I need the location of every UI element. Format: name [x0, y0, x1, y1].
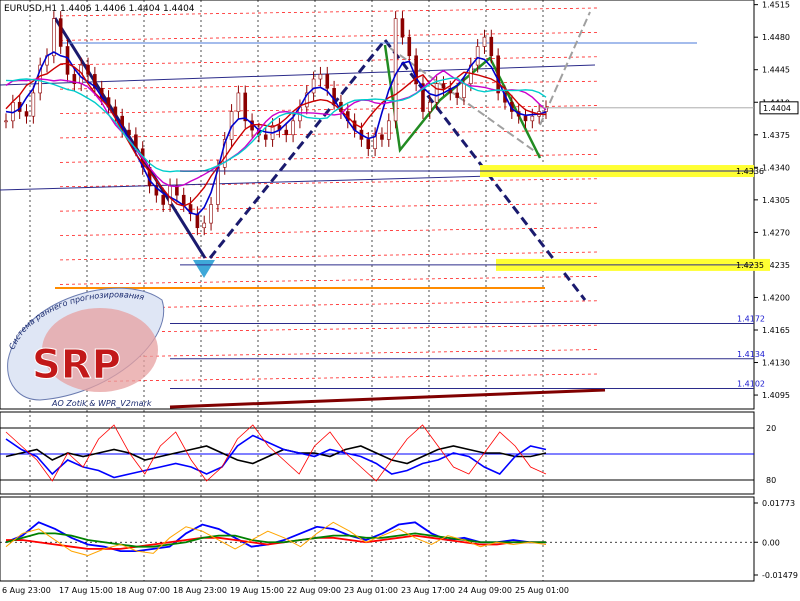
x-tick-label: 23 Aug 17:00 — [401, 586, 455, 595]
x-tick-label: 18 Aug 07:00 — [116, 586, 170, 595]
candle-body — [482, 36, 487, 47]
y-tick-label: 1.4270 — [762, 228, 790, 237]
y-tick-label: 1.4515 — [762, 1, 790, 10]
candle-body — [161, 194, 166, 205]
candle-body — [31, 92, 36, 117]
ind2-tick-label: 0.00 — [762, 538, 780, 547]
candle-body — [284, 129, 289, 136]
ind2-tick-label: 0.01773 — [762, 499, 795, 508]
candle-body — [386, 120, 391, 140]
x-tick-label: 6 Aug 23:00 — [2, 586, 51, 595]
candle-body — [475, 46, 480, 66]
y-tick-label: 1.4340 — [762, 163, 790, 172]
candle-body — [496, 55, 500, 94]
candle-body — [58, 18, 63, 47]
candle-body — [52, 18, 56, 57]
x-tick-label: 18 Aug 23:00 — [173, 586, 227, 595]
candle-body — [400, 18, 405, 38]
price-label: 1.4102 — [737, 380, 765, 389]
x-tick-label: 17 Aug 15:00 — [59, 586, 113, 595]
candle-body — [434, 83, 439, 103]
level-label: 80 — [766, 476, 776, 485]
ind2-tick-label: -0.01479 — [762, 571, 798, 580]
candle-body — [243, 92, 248, 122]
logo-arc-bottom: AO Zotik & WPR_V2mark — [51, 399, 152, 408]
x-axis: 6 Aug 23:00 17 Aug 15:00 18 Aug 07:00 18 Au… — [2, 586, 569, 595]
candle-body — [24, 111, 29, 117]
candle-body — [195, 213, 200, 229]
candle-body — [407, 36, 412, 57]
candle-body — [441, 83, 446, 89]
indicator2-panel — [0, 496, 755, 582]
candle-body — [236, 92, 241, 112]
y-tick-label: 1.4445 — [762, 66, 790, 75]
x-tick-label: 25 Aug 01:00 — [515, 586, 569, 595]
candle-body — [311, 78, 316, 94]
candle-body — [427, 101, 432, 112]
price-label: 1.4172 — [737, 314, 765, 323]
y-tick-label: 1.4165 — [762, 326, 790, 335]
x-tick-label: 22 Aug 09:00 — [287, 586, 341, 595]
candle-body — [291, 120, 295, 136]
y-tick-label: 1.4095 — [762, 391, 790, 400]
candle-body — [318, 74, 323, 80]
candle-body — [263, 134, 268, 140]
candle-body — [168, 185, 172, 205]
candle-body — [175, 185, 179, 196]
price-label: 1.4336 — [736, 167, 764, 176]
y-tick-label: 1.4200 — [762, 293, 790, 302]
candle-body — [523, 115, 528, 122]
level-label: 20 — [766, 424, 776, 433]
price-label: 1.4134 — [737, 350, 765, 359]
y-tick-label: 1.4130 — [762, 359, 790, 368]
chart-header: EURUSD,H1 1.4406 1.4406 1.4404 1.4404 — [4, 4, 195, 14]
current-price-label: 1.4404 — [763, 104, 791, 113]
x-tick-label: 23 Aug 01:00 — [344, 586, 398, 595]
candle-body — [209, 204, 213, 224]
x-tick-label: 19 Aug 15:00 — [230, 586, 284, 595]
price-label: 1.4235 — [736, 261, 764, 270]
candle-body — [4, 120, 8, 123]
chart-window: 20 80 0.01773 0.00 -0.01479 1.4515 1.4480 1.4… — [0, 0, 800, 597]
candle-body — [325, 74, 330, 89]
y-tick-label: 1.4375 — [762, 131, 790, 140]
logo-text: SRP — [32, 342, 121, 388]
candle-body — [455, 92, 459, 98]
candle-body — [380, 134, 384, 140]
candle-body — [127, 129, 131, 136]
y-tick-label: 1.4305 — [762, 196, 790, 205]
candle-body — [181, 194, 186, 205]
candle-body — [530, 115, 535, 122]
candle-body — [489, 36, 494, 57]
candle-body — [366, 139, 371, 150]
y-tick-label: 1.4480 — [762, 33, 790, 42]
chart-svg: 20 80 0.01773 0.00 -0.01479 1.4515 1.4480 1.4… — [0, 0, 799, 595]
candle-body — [462, 83, 466, 98]
candle-body — [202, 222, 207, 229]
x-tick-label: 24 Aug 09:00 — [458, 586, 512, 595]
candle-body — [86, 64, 90, 75]
candle-body — [393, 18, 398, 122]
